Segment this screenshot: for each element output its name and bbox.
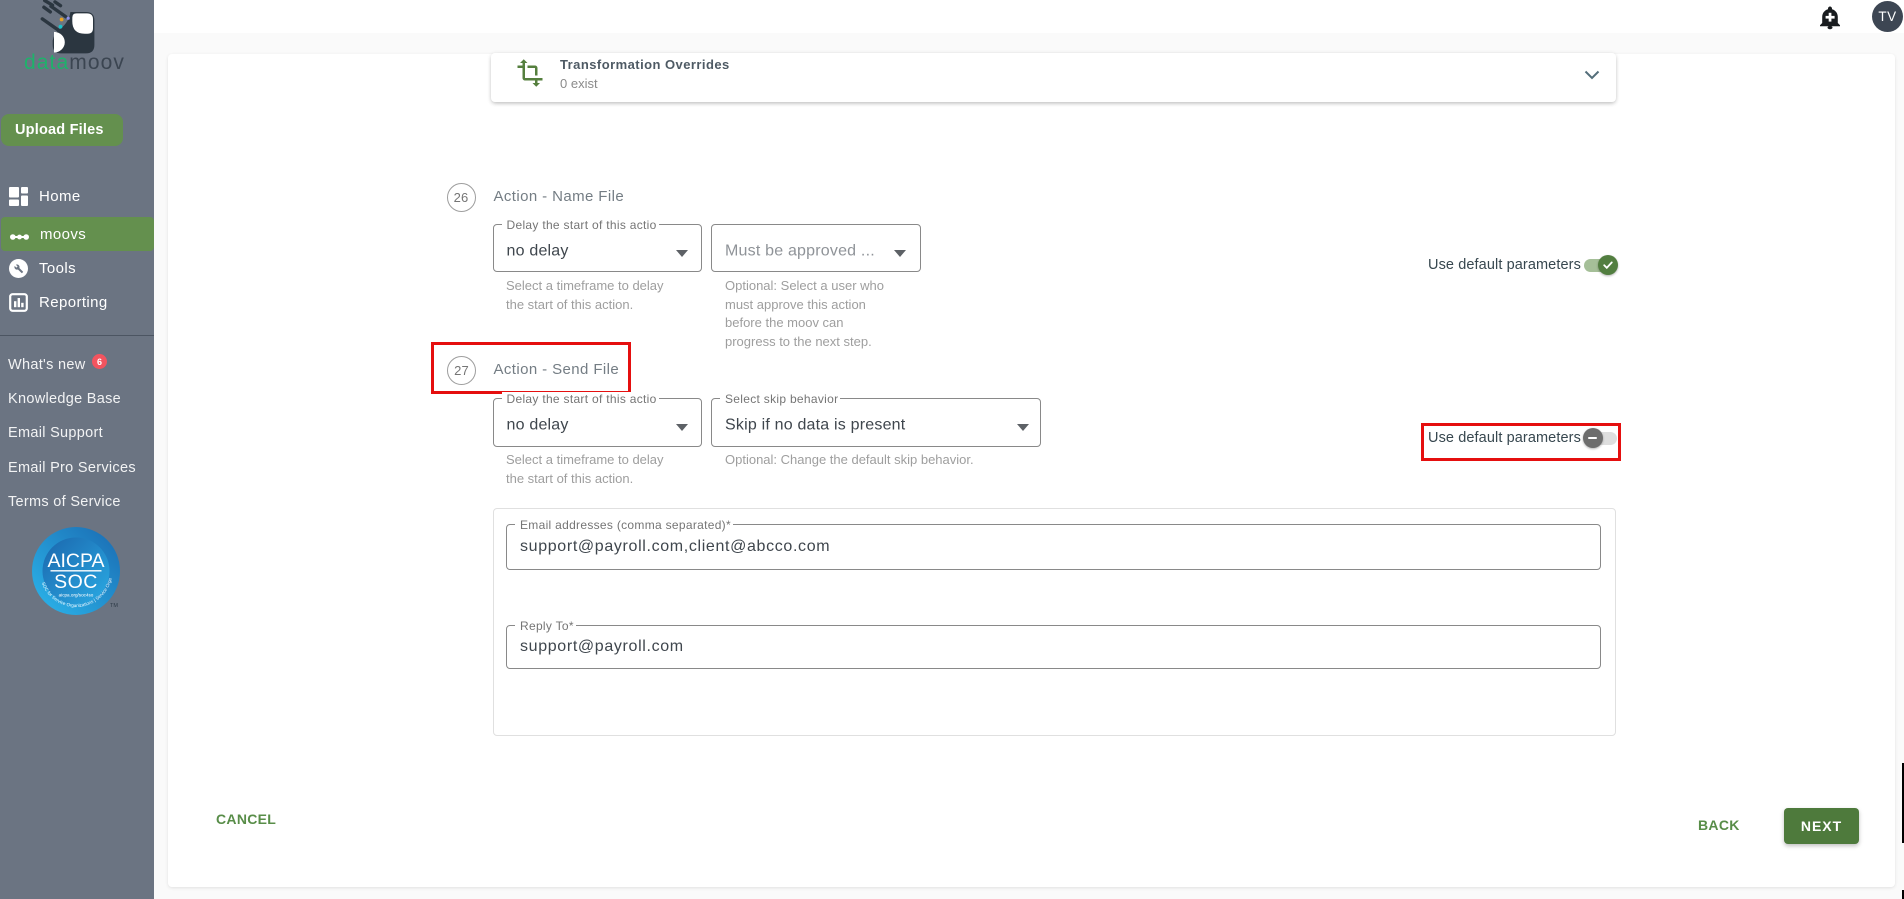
svg-text:AICPA: AICPA <box>47 550 104 572</box>
svg-text:SOC: SOC <box>54 571 98 593</box>
svg-text:aicpa.org/soc4so: aicpa.org/soc4so <box>59 593 94 598</box>
